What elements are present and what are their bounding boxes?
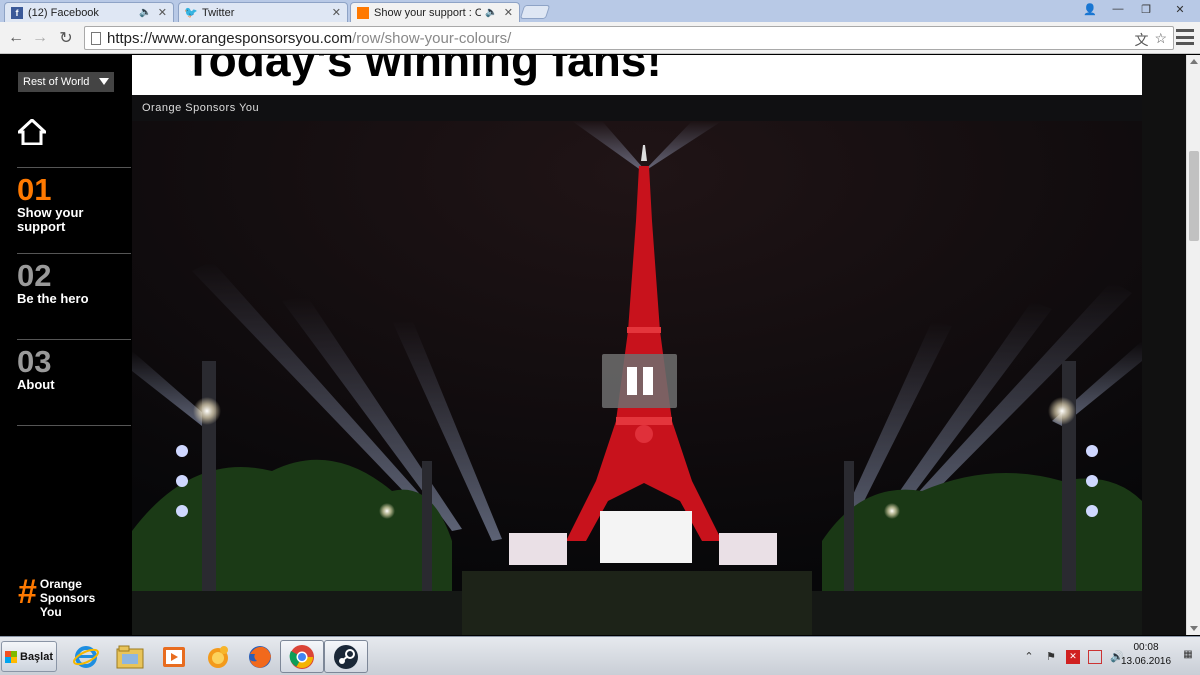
nav-number: 03 bbox=[17, 344, 52, 379]
region-selector[interactable]: Rest of World bbox=[18, 72, 114, 92]
nav-label: About bbox=[17, 377, 55, 392]
windows-logo-icon bbox=[5, 650, 17, 663]
brand-logo[interactable]: # Orange Sponsors You bbox=[18, 575, 100, 619]
network-icon[interactable] bbox=[1088, 649, 1102, 664]
facebook-icon: f bbox=[11, 6, 23, 19]
tab-orange[interactable]: Show your support : Orange 🔈 ✕ bbox=[350, 2, 520, 22]
tab-close-icon[interactable]: ✕ bbox=[158, 6, 167, 19]
chrome-icon[interactable] bbox=[280, 640, 324, 673]
tab-audio-icon[interactable]: 🔈 bbox=[485, 7, 497, 18]
tab-title: Twitter bbox=[202, 6, 235, 19]
chevron-down-icon bbox=[99, 78, 109, 85]
region-label: Rest of World bbox=[23, 76, 90, 88]
tab-title: Show your support : Orange bbox=[374, 6, 481, 19]
web-page: Rest of World 01 Show your support 02 Be… bbox=[0, 55, 1200, 635]
video-title: Orange Sponsors You bbox=[142, 102, 260, 114]
antivirus-icon[interactable]: ✕ bbox=[1066, 649, 1080, 664]
home-icon[interactable] bbox=[18, 119, 46, 145]
scroll-down-icon[interactable] bbox=[1190, 626, 1198, 631]
tab-strip: f (12) Facebook 🔈 ✕ 🐦 Twitter ✕ Show you… bbox=[0, 0, 1200, 22]
media-player-icon[interactable] bbox=[152, 640, 196, 673]
brand-hash: # bbox=[18, 573, 37, 611]
video-player[interactable]: Orange Sponsors You bbox=[132, 95, 1142, 635]
minimize-button[interactable]: — bbox=[1104, 0, 1132, 18]
restore-button[interactable]: ❐ bbox=[1132, 0, 1160, 18]
tray-expand-icon[interactable]: ⌃ bbox=[1022, 650, 1036, 664]
tab-audio-icon[interactable]: 🔈 bbox=[139, 7, 151, 18]
scrollbar[interactable] bbox=[1186, 55, 1200, 635]
forward-button[interactable]: → bbox=[30, 28, 50, 48]
page-header: Today's winning fans! bbox=[132, 55, 1142, 95]
tab-close-icon[interactable]: ✕ bbox=[332, 6, 341, 19]
brand-text: Orange Sponsors You bbox=[39, 577, 96, 619]
nav-about[interactable]: 03 About bbox=[17, 339, 131, 425]
file-explorer-icon[interactable] bbox=[108, 640, 152, 673]
bookmark-star-icon[interactable]: ☆ bbox=[1154, 30, 1167, 50]
messenger-icon[interactable] bbox=[196, 640, 240, 673]
nav-label: Be the hero bbox=[17, 291, 89, 306]
back-button[interactable]: ← bbox=[6, 28, 26, 48]
clock-time: 00:08 bbox=[1133, 642, 1159, 653]
internet-explorer-icon[interactable] bbox=[64, 640, 108, 673]
video-titlebar: Orange Sponsors You bbox=[132, 95, 1142, 121]
twitter-icon: 🐦 bbox=[184, 7, 198, 19]
nav-number: 02 bbox=[17, 258, 52, 293]
reload-button[interactable]: ↻ bbox=[56, 28, 76, 48]
clock[interactable]: 00:08 13.06.2016 bbox=[1116, 641, 1176, 669]
show-desktop-icon[interactable]: ▦ bbox=[1180, 645, 1196, 663]
tab-twitter[interactable]: 🐦 Twitter ✕ bbox=[178, 2, 348, 22]
user-icon[interactable]: 👤 bbox=[1076, 0, 1104, 18]
tab-facebook[interactable]: f (12) Facebook 🔈 ✕ bbox=[4, 2, 174, 22]
window-controls: 👤 — ❐ ✕ bbox=[1076, 0, 1200, 18]
tab-title: (12) Facebook bbox=[28, 6, 99, 19]
url-domain: https://www.orangesponsorsyou.com bbox=[107, 29, 353, 47]
nav-number: 01 bbox=[17, 172, 52, 207]
firefox-icon[interactable] bbox=[238, 640, 282, 673]
browser-toolbar: ← → ↻ https://www.orangesponsorsyou.com /… bbox=[0, 22, 1200, 54]
nav-label: Show your support bbox=[17, 205, 84, 234]
nav-be-the-hero[interactable]: 02 Be the hero bbox=[17, 253, 131, 339]
steam-icon[interactable] bbox=[324, 640, 368, 673]
scroll-up-icon[interactable] bbox=[1190, 59, 1198, 64]
browser-menu-icon[interactable] bbox=[1176, 29, 1194, 45]
page-title: Today's winning fans! bbox=[184, 55, 662, 86]
scrollbar-thumb[interactable] bbox=[1189, 151, 1199, 241]
start-button[interactable]: Başlat bbox=[1, 641, 57, 672]
translate-icon[interactable]: 文 bbox=[1134, 30, 1148, 50]
nav-divider bbox=[17, 425, 131, 426]
nav-show-your-support[interactable]: 01 Show your support bbox=[17, 167, 131, 253]
sidebar: Rest of World 01 Show your support 02 Be… bbox=[0, 55, 132, 635]
pause-button[interactable] bbox=[602, 354, 677, 408]
orange-icon bbox=[357, 6, 369, 19]
taskbar: Başlat ⌃ ⚑ ✕ 🔊 00:08 13.06.2016 ▦ bbox=[0, 636, 1200, 675]
clock-date: 13.06.2016 bbox=[1120, 656, 1172, 667]
url-path: /row/show-your-colours/ bbox=[352, 29, 512, 47]
new-tab-button[interactable] bbox=[519, 5, 551, 19]
close-window-button[interactable]: ✕ bbox=[1160, 0, 1200, 18]
action-center-flag-icon[interactable]: ⚑ bbox=[1044, 650, 1058, 664]
address-bar[interactable]: https://www.orangesponsorsyou.com/row/sh… bbox=[84, 26, 1174, 50]
start-label: Başlat bbox=[20, 650, 54, 663]
tab-close-icon[interactable]: ✕ bbox=[504, 6, 513, 19]
page-icon bbox=[91, 31, 101, 45]
